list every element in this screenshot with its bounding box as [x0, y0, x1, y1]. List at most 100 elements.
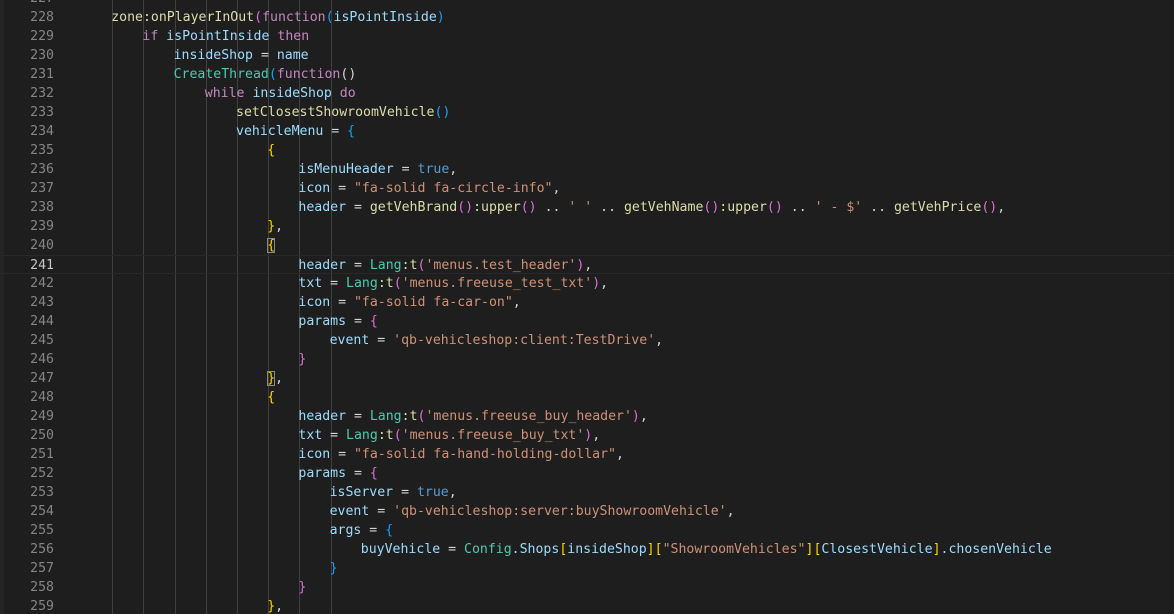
code-token: (	[268, 67, 277, 82]
code-editor[interactable]: 227 228 zone:onPlayerInOut(function(isPoin…	[0, 0, 1174, 614]
code-line[interactable]: 243 icon = "fa-solid fa-car-on",	[0, 293, 1174, 312]
code-token: ()	[703, 200, 720, 215]
code-line[interactable]: 230 insideShop = name	[0, 46, 1174, 65]
code-line[interactable]: 255 args = {	[0, 521, 1174, 540]
code-line[interactable]: 247},	[0, 369, 1174, 388]
code-token: function	[262, 10, 326, 25]
code-token: :t	[377, 276, 394, 291]
code-token: "fa-solid fa-circle-info"	[353, 181, 553, 196]
code-token: params	[298, 466, 347, 481]
code-token: Lang	[346, 276, 378, 291]
code-line[interactable]: 241 header = Lang:t('menus.test_header'),	[0, 255, 1174, 274]
code-line[interactable]: 251 icon = "fa-solid fa-hand-holding-doll…	[0, 445, 1174, 464]
code-text: },	[267, 217, 283, 236]
line-number: 257	[30, 561, 54, 576]
code-token: =	[369, 333, 394, 348]
code-text: vehicleMenu = {	[236, 122, 355, 141]
code-line[interactable]: 239},	[0, 217, 1174, 236]
code-text: icon = "fa-solid fa-hand-holding-dollar"…	[298, 445, 624, 464]
code-text: icon = "fa-solid fa-circle-info",	[298, 179, 560, 198]
code-token: {	[267, 390, 276, 405]
code-line[interactable]: 238 header = getVehBrand():upper() .. ' '…	[0, 198, 1174, 217]
code-token: )	[631, 409, 640, 424]
code-line[interactable]: 229 if isPointInside then	[0, 27, 1174, 46]
code-token: CreateThread	[173, 67, 269, 82]
code-token: (	[393, 276, 402, 291]
code-token: =	[440, 542, 465, 557]
line-number: 238	[30, 200, 54, 215]
code-token: ,	[726, 504, 735, 519]
code-token: =	[346, 466, 370, 481]
code-line[interactable]: 248 {	[0, 388, 1174, 407]
code-token: ' - $'	[814, 200, 863, 215]
code-token: :upper	[719, 200, 767, 215]
code-line[interactable]: 231 CreateThread(function()	[0, 65, 1174, 84]
code-token: }	[267, 371, 276, 386]
code-token: true	[417, 162, 450, 177]
code-token: ,	[639, 409, 648, 424]
code-token: isServer	[329, 485, 394, 500]
code-line[interactable]: 235 {	[0, 141, 1174, 160]
line-number: 231	[30, 67, 54, 82]
code-token: while	[204, 86, 245, 101]
code-token: :t	[401, 409, 418, 424]
line-number: 244	[30, 314, 54, 329]
code-line[interactable]: 249 header = Lang:t('menus.freeuse_buy_he…	[0, 407, 1174, 426]
code-line[interactable]: 246}	[0, 350, 1174, 369]
code-line[interactable]: 228 zone:onPlayerInOut(function(isPointIn…	[0, 8, 1174, 27]
code-line[interactable]: 253 isServer = true,	[0, 483, 1174, 502]
code-token: "fa-solid fa-hand-holding-dollar"	[353, 447, 616, 462]
code-text: zone:onPlayerInOut(function(isPointInsid…	[111, 8, 445, 27]
code-line[interactable]: 237 icon = "fa-solid fa-circle-info",	[0, 179, 1174, 198]
code-token: Lang	[346, 428, 378, 443]
code-token: ,	[600, 276, 609, 291]
code-line[interactable]: 244 params = {	[0, 312, 1174, 331]
code-line[interactable]: 258}	[0, 578, 1174, 597]
code-line[interactable]: 234 vehicleMenu = {	[0, 122, 1174, 141]
code-token: =	[346, 258, 370, 273]
code-line[interactable]: 252 params = {	[0, 464, 1174, 483]
code-line[interactable]: 250 txt = Lang:t('menus.freeuse_buy_txt')…	[0, 426, 1174, 445]
code-line[interactable]: 236 isMenuHeader = true,	[0, 160, 1174, 179]
code-line[interactable]: 242 txt = Lang:t('menus.freeuse_test_txt'…	[0, 274, 1174, 293]
code-token: event	[329, 333, 370, 348]
code-line[interactable]: 245 event = 'qb-vehicleshop:client:TestDr…	[0, 331, 1174, 350]
line-number: 239	[30, 219, 54, 234]
code-token: ,	[997, 200, 1006, 215]
code-text: event = 'qb-vehicleshop:server:buyShowro…	[330, 502, 735, 521]
code-token: ,	[616, 447, 624, 462]
code-text: buyVehicle = Config.Shops[insideShop]["S…	[361, 540, 1052, 559]
code-token: ,	[655, 333, 664, 348]
code-token: {	[347, 124, 356, 139]
code-text: params = {	[298, 464, 377, 483]
code-token: =	[323, 124, 348, 139]
code-token: buyVehicle	[360, 542, 441, 557]
code-text: isMenuHeader = true,	[298, 160, 457, 179]
code-token: ,	[275, 599, 284, 614]
code-line[interactable]: 232 while insideShop do	[0, 84, 1174, 103]
code-token: (	[393, 428, 402, 443]
code-token: txt	[298, 276, 323, 291]
code-token: =	[346, 314, 370, 329]
code-line[interactable]: 254 event = 'qb-vehicleshop:server:buySho…	[0, 502, 1174, 521]
code-text: isServer = true,	[330, 483, 457, 502]
code-line[interactable]: 259},	[0, 597, 1174, 614]
code-line[interactable]: 256 buyVehicle = Config.Shops [insideShop]…	[0, 540, 1174, 559]
code-text: {	[267, 141, 275, 160]
line-number: 243	[30, 295, 54, 310]
code-token: =	[322, 276, 347, 291]
code-line[interactable]: 257}	[0, 559, 1174, 578]
code-token: )	[348, 67, 357, 82]
code-line[interactable]: 227	[0, 0, 1174, 8]
code-token: insideShop	[244, 86, 340, 101]
code-line[interactable]: 240 {	[0, 236, 1174, 255]
code-token: =	[322, 428, 347, 443]
line-number: 228	[30, 10, 54, 25]
code-token: }	[298, 580, 307, 595]
code-token: =	[330, 447, 354, 462]
code-token: icon	[298, 447, 331, 462]
code-token: ]	[932, 542, 941, 557]
code-token: insideShop	[567, 542, 647, 557]
code-line[interactable]: 233 setClosestShowroomVehicle()	[0, 103, 1174, 122]
code-token: vehicleMenu	[236, 124, 324, 139]
